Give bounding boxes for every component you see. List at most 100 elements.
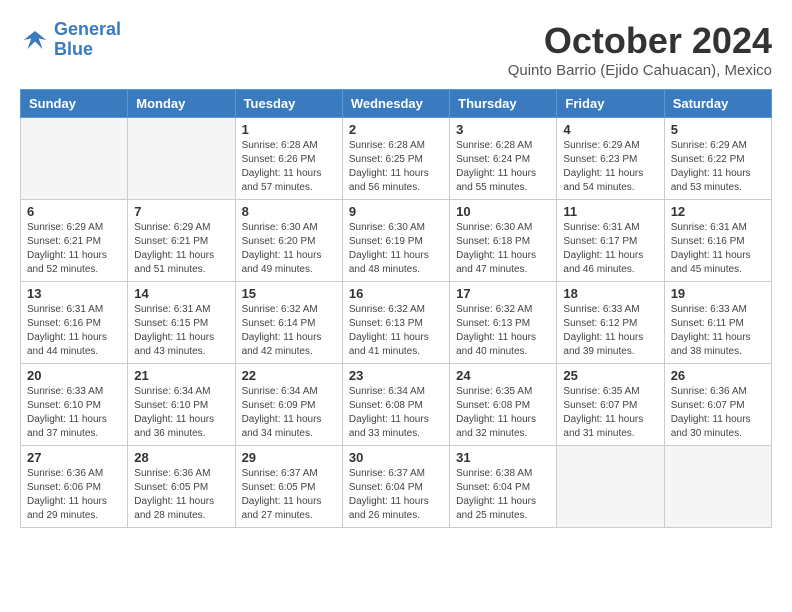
day-number: 13 <box>27 286 121 301</box>
day-info: Sunrise: 6:34 AM Sunset: 6:08 PM Dayligh… <box>349 385 443 441</box>
logo: General Blue <box>20 20 121 60</box>
day-number: 23 <box>349 368 443 383</box>
day-number: 28 <box>134 450 228 465</box>
header-day: Monday <box>128 90 235 118</box>
day-info: Sunrise: 6:35 AM Sunset: 6:08 PM Dayligh… <box>456 385 550 441</box>
day-info: Sunrise: 6:30 AM Sunset: 6:20 PM Dayligh… <box>242 221 336 277</box>
day-number: 30 <box>349 450 443 465</box>
day-info: Sunrise: 6:36 AM Sunset: 6:05 PM Dayligh… <box>134 467 228 523</box>
calendar-table: SundayMondayTuesdayWednesdayThursdayFrid… <box>20 89 772 528</box>
calendar-cell: 16 Sunrise: 6:32 AM Sunset: 6:13 PM Dayli… <box>342 282 449 364</box>
day-number: 20 <box>27 368 121 383</box>
day-info: Sunrise: 6:32 AM Sunset: 6:13 PM Dayligh… <box>349 303 443 359</box>
day-info: Sunrise: 6:30 AM Sunset: 6:19 PM Dayligh… <box>349 221 443 277</box>
calendar-cell: 24 Sunrise: 6:35 AM Sunset: 6:08 PM Dayli… <box>450 364 557 446</box>
month-title: October 2024 <box>508 20 772 62</box>
calendar-cell: 25 Sunrise: 6:35 AM Sunset: 6:07 PM Dayli… <box>557 364 664 446</box>
calendar-cell <box>557 446 664 528</box>
day-number: 5 <box>671 122 765 137</box>
calendar-cell: 9 Sunrise: 6:30 AM Sunset: 6:19 PM Daylig… <box>342 200 449 282</box>
day-number: 18 <box>563 286 657 301</box>
calendar-cell: 21Sunrise: 6:34 AM Sunset: 6:10 PM Dayli… <box>128 364 235 446</box>
logo-text: General Blue <box>54 20 121 60</box>
calendar-cell: 29Sunrise: 6:37 AM Sunset: 6:05 PM Dayli… <box>235 446 342 528</box>
calendar-cell: 5 Sunrise: 6:29 AM Sunset: 6:22 PM Daylig… <box>664 118 771 200</box>
calendar-week: 20 Sunrise: 6:33 AM Sunset: 6:10 PM Dayli… <box>21 364 772 446</box>
page-header: General Blue October 2024 Quinto Barrio … <box>20 20 772 79</box>
calendar-cell: 11Sunrise: 6:31 AM Sunset: 6:17 PM Dayli… <box>557 200 664 282</box>
day-number: 29 <box>242 450 336 465</box>
header-row: SundayMondayTuesdayWednesdayThursdayFrid… <box>21 90 772 118</box>
calendar-cell: 1Sunrise: 6:28 AM Sunset: 6:26 PM Daylig… <box>235 118 342 200</box>
header-day: Saturday <box>664 90 771 118</box>
day-info: Sunrise: 6:38 AM Sunset: 6:04 PM Dayligh… <box>456 467 550 523</box>
calendar-cell: 20 Sunrise: 6:33 AM Sunset: 6:10 PM Dayli… <box>21 364 128 446</box>
day-number: 14 <box>134 286 228 301</box>
calendar-cell: 17 Sunrise: 6:32 AM Sunset: 6:13 PM Dayli… <box>450 282 557 364</box>
calendar-cell: 14 Sunrise: 6:31 AM Sunset: 6:15 PM Dayli… <box>128 282 235 364</box>
day-number: 4 <box>563 122 657 137</box>
calendar-cell: 8Sunrise: 6:30 AM Sunset: 6:20 PM Daylig… <box>235 200 342 282</box>
header-day: Thursday <box>450 90 557 118</box>
logo-icon <box>20 25 50 55</box>
day-info: Sunrise: 6:29 AM Sunset: 6:21 PM Dayligh… <box>134 221 228 277</box>
day-info: Sunrise: 6:36 AM Sunset: 6:06 PM Dayligh… <box>27 467 121 523</box>
calendar-cell: 10Sunrise: 6:30 AM Sunset: 6:18 PM Dayli… <box>450 200 557 282</box>
day-info: Sunrise: 6:36 AM Sunset: 6:07 PM Dayligh… <box>671 385 765 441</box>
day-info: Sunrise: 6:31 AM Sunset: 6:16 PM Dayligh… <box>671 221 765 277</box>
title-section: October 2024 Quinto Barrio (Ejido Cahuac… <box>508 20 772 79</box>
calendar-cell: 30 Sunrise: 6:37 AM Sunset: 6:04 PM Dayli… <box>342 446 449 528</box>
day-number: 16 <box>349 286 443 301</box>
day-number: 25 <box>563 368 657 383</box>
calendar-cell: 3 Sunrise: 6:28 AM Sunset: 6:24 PM Daylig… <box>450 118 557 200</box>
day-info: Sunrise: 6:33 AM Sunset: 6:11 PM Dayligh… <box>671 303 765 359</box>
day-number: 3 <box>456 122 550 137</box>
calendar-cell <box>21 118 128 200</box>
day-number: 24 <box>456 368 550 383</box>
calendar-cell: 26 Sunrise: 6:36 AM Sunset: 6:07 PM Dayli… <box>664 364 771 446</box>
day-info: Sunrise: 6:33 AM Sunset: 6:10 PM Dayligh… <box>27 385 121 441</box>
calendar-cell <box>128 118 235 200</box>
day-info: Sunrise: 6:34 AM Sunset: 6:10 PM Dayligh… <box>134 385 228 441</box>
calendar-cell: 12 Sunrise: 6:31 AM Sunset: 6:16 PM Dayli… <box>664 200 771 282</box>
day-info: Sunrise: 6:29 AM Sunset: 6:21 PM Dayligh… <box>27 221 121 277</box>
calendar-cell: 31 Sunrise: 6:38 AM Sunset: 6:04 PM Dayli… <box>450 446 557 528</box>
day-number: 7 <box>134 204 228 219</box>
day-info: Sunrise: 6:32 AM Sunset: 6:13 PM Dayligh… <box>456 303 550 359</box>
day-info: Sunrise: 6:35 AM Sunset: 6:07 PM Dayligh… <box>563 385 657 441</box>
day-info: Sunrise: 6:33 AM Sunset: 6:12 PM Dayligh… <box>563 303 657 359</box>
day-info: Sunrise: 6:29 AM Sunset: 6:22 PM Dayligh… <box>671 139 765 195</box>
day-info: Sunrise: 6:31 AM Sunset: 6:16 PM Dayligh… <box>27 303 121 359</box>
day-info: Sunrise: 6:28 AM Sunset: 6:26 PM Dayligh… <box>242 139 336 195</box>
header-day: Wednesday <box>342 90 449 118</box>
day-number: 27 <box>27 450 121 465</box>
day-info: Sunrise: 6:37 AM Sunset: 6:04 PM Dayligh… <box>349 467 443 523</box>
day-number: 17 <box>456 286 550 301</box>
day-number: 9 <box>349 204 443 219</box>
calendar-cell: 28 Sunrise: 6:36 AM Sunset: 6:05 PM Dayli… <box>128 446 235 528</box>
day-info: Sunrise: 6:28 AM Sunset: 6:24 PM Dayligh… <box>456 139 550 195</box>
day-info: Sunrise: 6:28 AM Sunset: 6:25 PM Dayligh… <box>349 139 443 195</box>
calendar-cell: 27 Sunrise: 6:36 AM Sunset: 6:06 PM Dayli… <box>21 446 128 528</box>
calendar-week: 27 Sunrise: 6:36 AM Sunset: 6:06 PM Dayli… <box>21 446 772 528</box>
day-number: 15 <box>242 286 336 301</box>
day-info: Sunrise: 6:34 AM Sunset: 6:09 PM Dayligh… <box>242 385 336 441</box>
day-info: Sunrise: 6:32 AM Sunset: 6:14 PM Dayligh… <box>242 303 336 359</box>
calendar-cell: 6 Sunrise: 6:29 AM Sunset: 6:21 PM Daylig… <box>21 200 128 282</box>
calendar-cell: 22 Sunrise: 6:34 AM Sunset: 6:09 PM Dayli… <box>235 364 342 446</box>
calendar-cell: 7 Sunrise: 6:29 AM Sunset: 6:21 PM Daylig… <box>128 200 235 282</box>
calendar-cell: 19Sunrise: 6:33 AM Sunset: 6:11 PM Dayli… <box>664 282 771 364</box>
day-number: 11 <box>563 204 657 219</box>
calendar-week: 6 Sunrise: 6:29 AM Sunset: 6:21 PM Daylig… <box>21 200 772 282</box>
day-number: 22 <box>242 368 336 383</box>
header-day: Sunday <box>21 90 128 118</box>
day-number: 6 <box>27 204 121 219</box>
day-number: 31 <box>456 450 550 465</box>
day-number: 12 <box>671 204 765 219</box>
day-info: Sunrise: 6:29 AM Sunset: 6:23 PM Dayligh… <box>563 139 657 195</box>
day-number: 26 <box>671 368 765 383</box>
day-info: Sunrise: 6:30 AM Sunset: 6:18 PM Dayligh… <box>456 221 550 277</box>
calendar-week: 1Sunrise: 6:28 AM Sunset: 6:26 PM Daylig… <box>21 118 772 200</box>
day-info: Sunrise: 6:31 AM Sunset: 6:15 PM Dayligh… <box>134 303 228 359</box>
day-number: 2 <box>349 122 443 137</box>
